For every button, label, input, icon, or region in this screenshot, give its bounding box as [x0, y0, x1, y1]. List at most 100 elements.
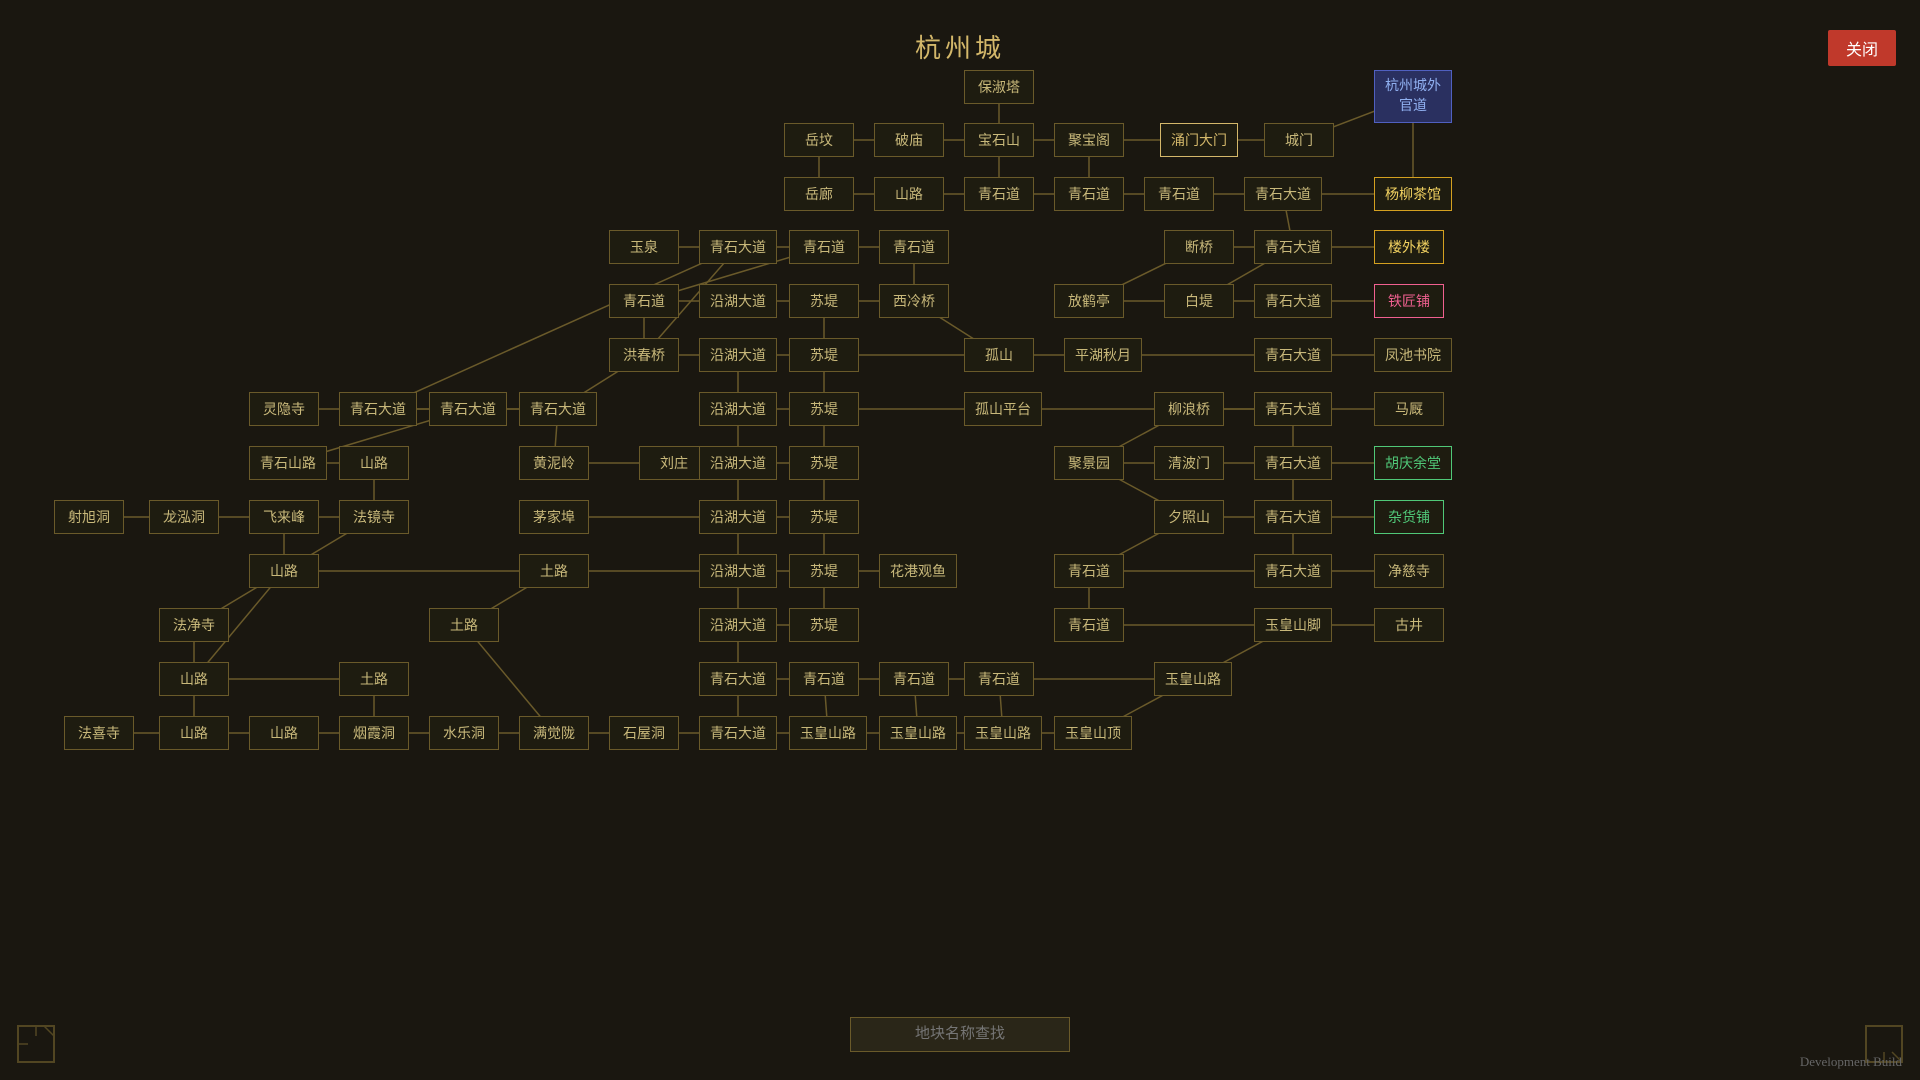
node-tulu3[interactable]: 土路: [339, 662, 409, 696]
node-qingshidao8[interactable]: 青石道: [1054, 608, 1124, 642]
node-mafang[interactable]: 马厩: [1374, 392, 1444, 426]
node-qingshidadao3[interactable]: 青石大道: [1254, 230, 1332, 264]
node-shanlu3[interactable]: 山路: [339, 446, 409, 480]
node-suti7[interactable]: 苏堤: [789, 608, 859, 642]
node-yuhuangshanlu5[interactable]: 玉皇山路: [964, 716, 1042, 750]
node-yanhu3[interactable]: 沿湖大道: [699, 392, 777, 426]
node-shiwudong[interactable]: 石屋洞: [609, 716, 679, 750]
close-button[interactable]: 关闭: [1828, 30, 1896, 66]
node-yuhuangshanlu2[interactable]: 玉皇山路: [1154, 662, 1232, 696]
node-qingshidadao11[interactable]: 青石大道: [1254, 500, 1332, 534]
node-yuhuangshandingg[interactable]: 玉皇山顶: [1054, 716, 1132, 750]
node-qingshidadao10[interactable]: 青石大道: [1254, 446, 1332, 480]
node-shanlu6[interactable]: 山路: [159, 716, 229, 750]
node-yuhuangshanlu[interactable]: 玉皇山脚: [1254, 608, 1332, 642]
node-qingshidao5[interactable]: 青石道: [879, 230, 949, 264]
node-qingshidao6[interactable]: 青石道: [609, 284, 679, 318]
node-yuemiao[interactable]: 岳廊: [784, 177, 854, 211]
search-input[interactable]: [850, 1017, 1070, 1052]
node-jujingyuan[interactable]: 聚景园: [1054, 446, 1124, 480]
node-yuhuangshanlu4[interactable]: 玉皇山路: [879, 716, 957, 750]
node-xilengqiao[interactable]: 西冷桥: [879, 284, 949, 318]
node-liuliangchaguan[interactable]: 杨柳茶馆: [1374, 177, 1452, 211]
node-qingshidao4[interactable]: 青石道: [789, 230, 859, 264]
node-baosuita[interactable]: 保淑塔: [964, 70, 1034, 104]
node-jingcisi[interactable]: 净慈寺: [1374, 554, 1444, 588]
node-liulangqiao[interactable]: 柳浪桥: [1154, 392, 1224, 426]
node-qingshidadao1[interactable]: 青石大道: [1244, 177, 1322, 211]
node-suti1[interactable]: 苏堤: [789, 284, 859, 318]
node-maojiadun[interactable]: 茅家埠: [519, 500, 589, 534]
node-lingyin[interactable]: 灵隐寺: [249, 392, 319, 426]
node-shuiledong[interactable]: 水乐洞: [429, 716, 499, 750]
node-xizhaos[interactable]: 夕照山: [1154, 500, 1224, 534]
node-suti3[interactable]: 苏堤: [789, 392, 859, 426]
node-qingbomen[interactable]: 清波门: [1154, 446, 1224, 480]
node-manlongdong[interactable]: 满觉陇: [519, 716, 589, 750]
node-qingshidadao12[interactable]: 青石大道: [1254, 554, 1332, 588]
node-qingshidadao13[interactable]: 青石大道: [699, 662, 777, 696]
node-yuemu[interactable]: 岳坟: [784, 123, 854, 157]
node-yanhu6[interactable]: 沿湖大道: [699, 554, 777, 588]
node-duanqiao[interactable]: 断桥: [1164, 230, 1234, 264]
node-shanlu2[interactable]: 山路: [874, 177, 944, 211]
node-gushan[interactable]: 孤山: [964, 338, 1034, 372]
node-fajingsi[interactable]: 法镜寺: [339, 500, 409, 534]
node-shejiudong[interactable]: 射旭洞: [54, 500, 124, 534]
node-yuhuangshanlu3[interactable]: 玉皇山路: [789, 716, 867, 750]
node-gujing[interactable]: 古井: [1374, 608, 1444, 642]
node-qingshidao10[interactable]: 青石道: [879, 662, 949, 696]
node-yanhu7[interactable]: 沿湖大道: [699, 608, 777, 642]
node-shanlu4[interactable]: 山路: [249, 554, 319, 588]
node-tiedianpu[interactable]: 铁匠铺: [1374, 284, 1444, 318]
node-huagangguanyu[interactable]: 花港观鱼: [879, 554, 957, 588]
node-yanhu4[interactable]: 沿湖大道: [699, 446, 777, 480]
node-baidi[interactable]: 白堤: [1164, 284, 1234, 318]
node-shanlu7[interactable]: 山路: [249, 716, 319, 750]
node-qingshidadao14[interactable]: 青石大道: [699, 716, 777, 750]
node-tulu1[interactable]: 土路: [519, 554, 589, 588]
node-longhongdong[interactable]: 龙泓洞: [149, 500, 219, 534]
node-qingshidadao9[interactable]: 青石大道: [1254, 392, 1332, 426]
node-louwaiwai[interactable]: 楼外楼: [1374, 230, 1444, 264]
node-fengchi[interactable]: 凤池书院: [1374, 338, 1452, 372]
node-qingshidadao4[interactable]: 青石大道: [1254, 284, 1332, 318]
node-yuquan[interactable]: 玉泉: [609, 230, 679, 264]
node-suti2[interactable]: 苏堤: [789, 338, 859, 372]
node-qingshidao3[interactable]: 青石道: [1144, 177, 1214, 211]
node-feilaifeng[interactable]: 飞来峰: [249, 500, 319, 534]
node-qingshidadao5[interactable]: 青石大道: [1254, 338, 1332, 372]
node-tulu2[interactable]: 土路: [429, 608, 499, 642]
node-qingshidadao6[interactable]: 青石大道: [339, 392, 417, 426]
node-suti5[interactable]: 苏堤: [789, 500, 859, 534]
node-qingshidadao7[interactable]: 青石大道: [429, 392, 507, 426]
node-hangzhouchengwai[interactable]: 杭州城外 官道: [1374, 70, 1452, 123]
node-yanhu1[interactable]: 沿湖大道: [699, 284, 777, 318]
node-qingshidao9[interactable]: 青石道: [789, 662, 859, 696]
node-gushanpt[interactable]: 孤山平台: [964, 392, 1042, 426]
node-chengmen[interactable]: 城门: [1264, 123, 1334, 157]
node-hongchunqiao[interactable]: 洪春桥: [609, 338, 679, 372]
node-zahuopu[interactable]: 杂货铺: [1374, 500, 1444, 534]
node-yanhu5[interactable]: 沿湖大道: [699, 500, 777, 534]
node-yanhu2[interactable]: 沿湖大道: [699, 338, 777, 372]
node-qingshishan[interactable]: 青石山路: [249, 446, 327, 480]
node-suti6[interactable]: 苏堤: [789, 554, 859, 588]
node-qingshidao2[interactable]: 青石道: [1054, 177, 1124, 211]
node-suti4[interactable]: 苏堤: [789, 446, 859, 480]
node-baoshishan[interactable]: 宝石山: [964, 123, 1034, 157]
node-pinghuwqiu[interactable]: 平湖秋月: [1064, 338, 1142, 372]
node-faxisi[interactable]: 法喜寺: [64, 716, 134, 750]
node-pomiao[interactable]: 破庙: [874, 123, 944, 157]
node-qingshidao7[interactable]: 青石道: [1054, 554, 1124, 588]
node-qingshidao11[interactable]: 青石道: [964, 662, 1034, 696]
node-qingshidadao8[interactable]: 青石大道: [519, 392, 597, 426]
node-huqingyutang[interactable]: 胡庆余堂: [1374, 446, 1452, 480]
node-yongmen[interactable]: 涌门大门: [1160, 123, 1238, 157]
node-shanlu5[interactable]: 山路: [159, 662, 229, 696]
node-qingshidadao2[interactable]: 青石大道: [699, 230, 777, 264]
node-fanghe[interactable]: 放鹤亭: [1054, 284, 1124, 318]
node-jubao[interactable]: 聚宝阁: [1054, 123, 1124, 157]
node-fajingsi2[interactable]: 法净寺: [159, 608, 229, 642]
node-yanxiadong[interactable]: 烟霞洞: [339, 716, 409, 750]
